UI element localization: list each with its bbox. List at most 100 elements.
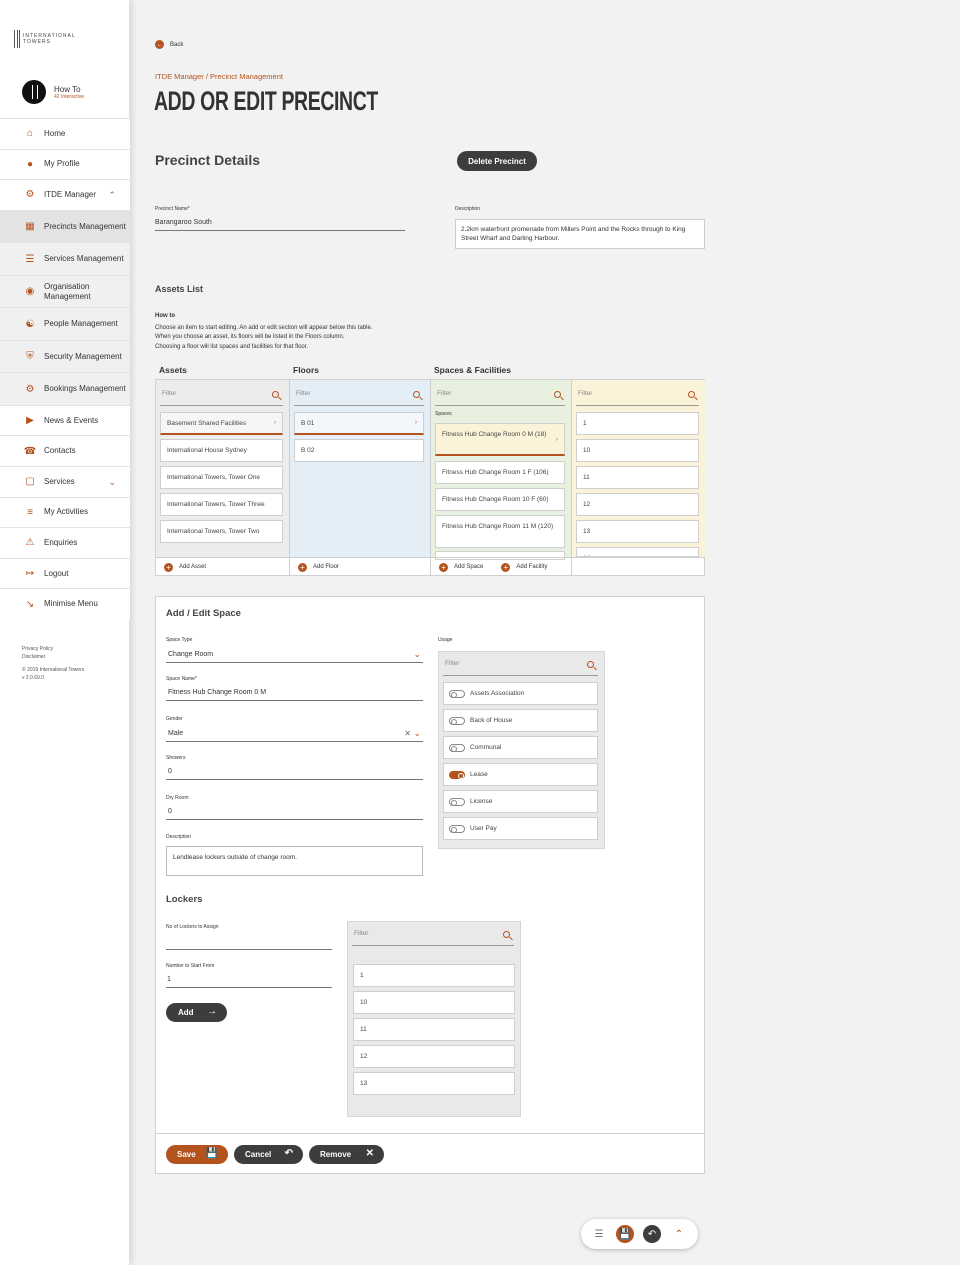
list-item[interactable]: International Towers, Tower One <box>160 466 283 489</box>
locker-item[interactable]: 12 <box>353 1045 515 1068</box>
usage-item[interactable]: License <box>443 790 598 813</box>
sidebar-item-bookings-management[interactable]: ⚙ Bookings Management <box>0 372 130 405</box>
filter-input[interactable]: Filter <box>435 386 565 406</box>
disclaimer-link[interactable]: Disclaimer <box>22 653 84 661</box>
locker-item[interactable]: 11 <box>353 1018 515 1041</box>
precinct-description-textarea[interactable]: 2.2km waterfront promenade from Millers … <box>455 219 705 249</box>
list-item[interactable]: B 01 › <box>294 412 424 435</box>
add-space-button[interactable]: Add Space <box>454 564 483 570</box>
menu-icon[interactable]: ☰ <box>590 1225 608 1243</box>
add-lockers-button[interactable]: Add → <box>166 1003 227 1022</box>
lockers-list: Filter 1 10 11 12 13 <box>347 921 521 1117</box>
remove-button[interactable]: Remove ✕ <box>309 1145 384 1164</box>
list-item[interactable]: 1 <box>576 412 699 435</box>
toggle-switch[interactable] <box>449 797 465 806</box>
sidebar-item-organisation-management[interactable]: ◉ Organisation Management <box>0 274 130 308</box>
sidebar-item-my-profile[interactable]: ● My Profile <box>0 148 130 180</box>
toggle-switch[interactable] <box>449 770 465 779</box>
back-link[interactable]: ← Back <box>155 40 183 49</box>
lockers-start-input[interactable]: 1 <box>166 976 332 988</box>
list-item[interactable]: Fitness Hub Change Room 1 F (106) <box>435 461 565 484</box>
manager-icon: ⚙ <box>25 189 35 201</box>
sidebar-item-people-management[interactable]: ☯ People Management <box>0 307 130 340</box>
sidebar-item-home[interactable]: ⌂ Home <box>0 118 130 149</box>
sidebar-item-news-events[interactable]: ▶ News & Events <box>0 404 130 436</box>
space-type-value: Change Room <box>168 651 214 658</box>
save-button[interactable]: Save 💾 <box>166 1145 228 1164</box>
usage-item[interactable]: Lease <box>443 763 598 786</box>
list-item[interactable]: Fitness Hub Change Room 10 F (60) <box>435 488 565 511</box>
sidebar-item-label: Services Management <box>44 254 124 264</box>
sidebar-item-enquiries[interactable]: ⚠ Enquiries <box>0 527 130 558</box>
filter-input[interactable]: Filter <box>294 386 424 406</box>
usage-item[interactable]: Assets Association <box>443 682 598 705</box>
filter-input[interactable]: Filter <box>160 386 283 406</box>
sidebar-item-precincts-management[interactable]: ▦ Precincts Management <box>0 209 130 243</box>
usage-item[interactable]: User Pay <box>443 817 598 840</box>
usage-filter-input[interactable]: Filter <box>443 656 598 676</box>
save-disk-icon: 💾 <box>205 1148 218 1159</box>
sidebar-item-my-activities[interactable]: ≡ My Activities <box>0 496 130 528</box>
space-type-select[interactable]: Change Room ⌄ <box>166 649 423 663</box>
cancel-button[interactable]: Cancel ↶ <box>234 1145 303 1164</box>
gender-select[interactable]: Male ✕ ⌄ <box>166 728 423 742</box>
user-profile[interactable]: How To 42 Interactive <box>22 80 84 104</box>
usage-item[interactable]: Communal <box>443 736 598 759</box>
howto-line: When you choose an asset, its floors wil… <box>155 334 345 340</box>
precinct-name-input[interactable]: Barangaroo South <box>155 219 405 231</box>
list-item[interactable]: 10 <box>576 439 699 462</box>
save-icon[interactable]: 💾 <box>616 1225 634 1243</box>
sidebar-item-logout[interactable]: ↦ Logout <box>0 557 130 589</box>
undo-icon[interactable]: ↶ <box>643 1225 661 1243</box>
sidebar-item-services-management[interactable]: ☰ Services Management <box>0 242 130 275</box>
delete-precinct-button[interactable]: Delete Precinct <box>457 151 537 171</box>
list-item-label: Fitness Hub Change Room 0 M (18) <box>442 431 547 438</box>
toggle-switch[interactable] <box>449 743 465 752</box>
add-asset-button[interactable]: + Add Asset <box>156 557 290 576</box>
brand-logo[interactable]: INTERNATIONAL TOWERS <box>14 30 76 48</box>
locker-item[interactable]: 13 <box>353 1072 515 1095</box>
showers-input[interactable]: 0 <box>166 768 423 780</box>
logout-icon: ↦ <box>25 568 35 580</box>
lockers-assign-input[interactable] <box>166 938 332 950</box>
space-description-textarea[interactable]: Lendlease lockers outside of change room… <box>166 846 423 876</box>
chevron-up-icon[interactable]: ⌃ <box>670 1225 688 1243</box>
list-item[interactable]: 13 <box>576 520 699 543</box>
toggle-switch[interactable] <box>449 689 465 698</box>
locker-item[interactable]: 1 <box>353 964 515 987</box>
list-item[interactable]: B 02 <box>294 439 424 462</box>
locker-item[interactable]: 10 <box>353 991 515 1014</box>
usage-item[interactable]: Back of House <box>443 709 598 732</box>
filter-input[interactable]: Filter <box>576 386 699 406</box>
toggle-switch[interactable] <box>449 824 465 833</box>
sidebar-item-minimise-menu[interactable]: ↘ Minimise Menu <box>0 588 130 619</box>
add-space-facility-bar: + Add Space + Add Facility <box>431 557 572 576</box>
sidebar-item-itde-manager[interactable]: ⚙ ITDE Manager ⌃ <box>0 179 130 210</box>
chevron-up-icon[interactable]: ⌃ <box>108 190 116 201</box>
list-item[interactable]: International House Sydney <box>160 439 283 462</box>
chevron-right-icon: › <box>556 437 558 443</box>
list-item[interactable]: International Towers, Tower Three <box>160 493 283 516</box>
list-item[interactable]: 12 <box>576 493 699 516</box>
add-facility-button[interactable]: Add Facility <box>516 564 547 570</box>
add-floor-button[interactable]: + Add Floor <box>290 557 431 576</box>
sidebar-item-contacts[interactable]: ☎ Contacts <box>0 435 130 466</box>
list-item[interactable]: Fitness Hub Change Room 0 M (18) › <box>435 423 565 456</box>
list-item[interactable]: Fitness Hub Change Room 11 M (120) <box>435 515 565 548</box>
space-name-input[interactable]: Fitness Hub Change Room 0 M <box>166 689 423 701</box>
list-item[interactable]: Basement Shared Facilities › <box>160 412 283 435</box>
list-item[interactable]: 11 <box>576 466 699 489</box>
sidebar-item-security-management[interactable]: ⛨ Security Management <box>0 339 130 373</box>
lockers-filter-input[interactable]: Filter <box>352 926 514 946</box>
dry-room-input[interactable]: 0 <box>166 808 423 820</box>
search-icon <box>554 391 561 398</box>
clear-icon[interactable]: ✕ <box>404 729 411 738</box>
list-item[interactable]: International Towers, Tower Two <box>160 520 283 543</box>
sidebar-item-services[interactable]: ▢ Services ⌄ <box>0 465 130 497</box>
list-item-label: 10 <box>583 447 591 454</box>
chevron-down-icon[interactable]: ⌄ <box>108 477 116 488</box>
list-item[interactable]: 14 <box>576 547 699 557</box>
privacy-link[interactable]: Privacy Policy <box>22 645 84 653</box>
breadcrumb[interactable]: ITDE Manager / Precinct Management <box>155 72 283 81</box>
toggle-switch[interactable] <box>449 716 465 725</box>
